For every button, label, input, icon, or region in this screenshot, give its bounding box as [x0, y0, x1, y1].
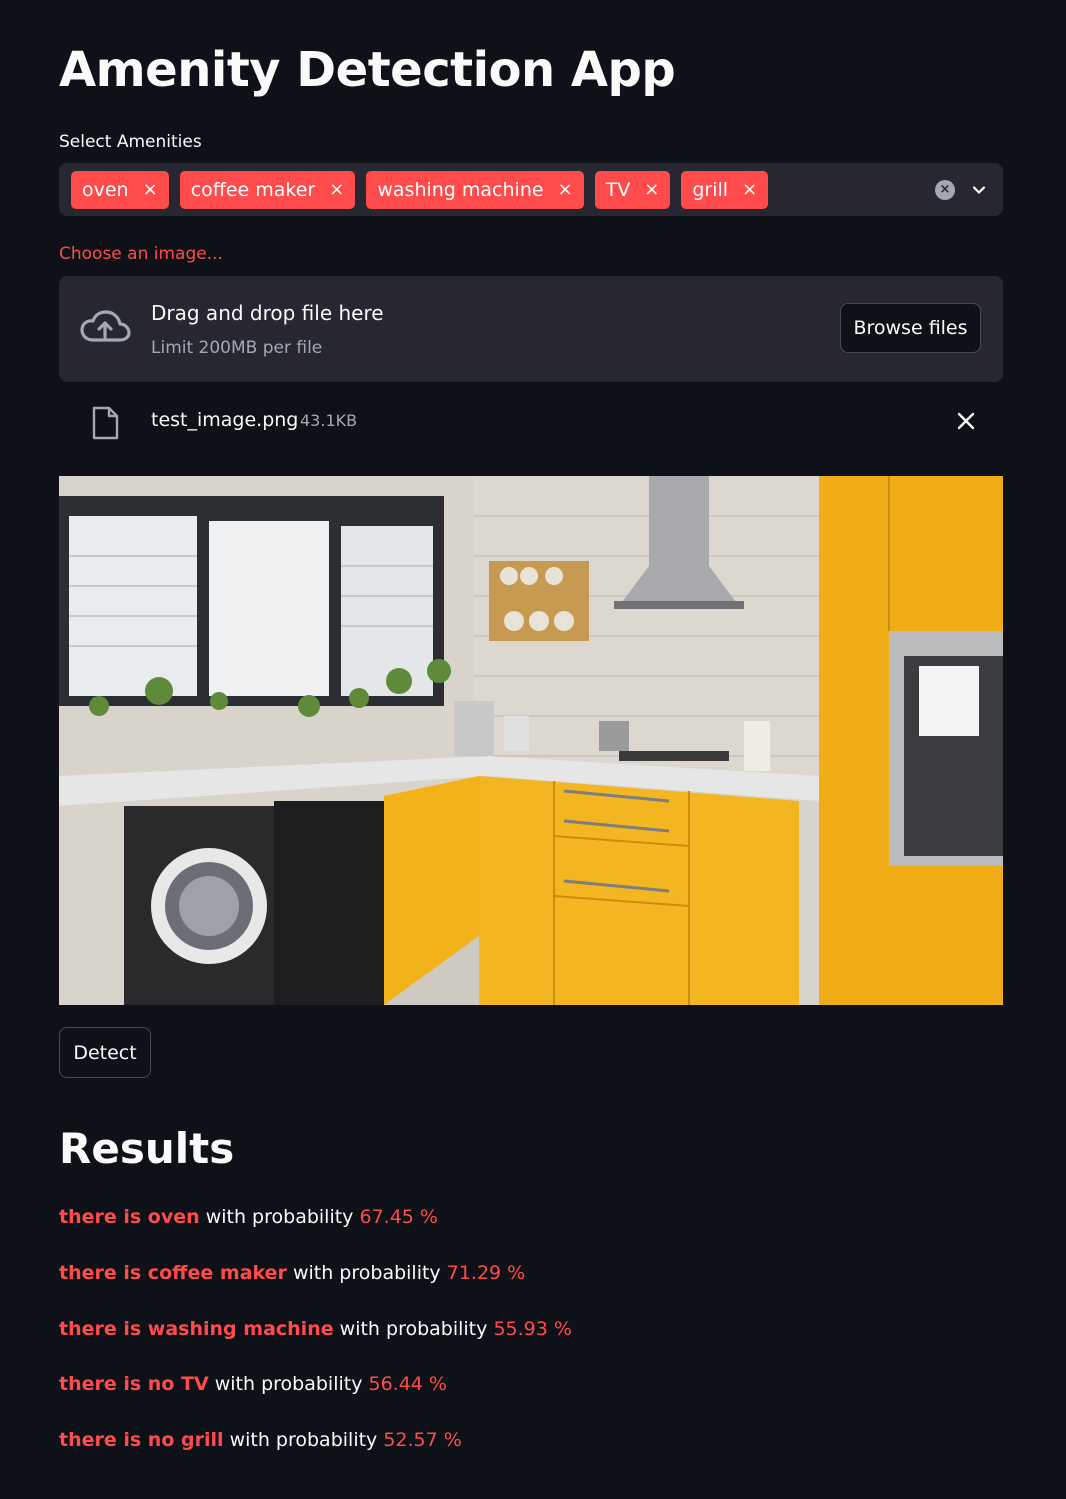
result-mid: with probability [214, 1373, 363, 1395]
result-probability: 55.93 % [493, 1318, 572, 1340]
dropzone-title: Drag and drop file here [151, 301, 384, 325]
tag-label: TV [605, 178, 631, 201]
page-title: Amenity Detection App [59, 42, 676, 98]
result-lead: there is coffee maker [59, 1262, 287, 1284]
result-mid: with probability [205, 1206, 354, 1228]
chevron-down-icon[interactable] [971, 182, 987, 198]
file-size: 43.1KB [300, 411, 358, 430]
result-lead: there is oven [59, 1206, 200, 1228]
result-line: there is no grill with probability 52.57… [59, 1427, 462, 1453]
kitchen-photo-illustration [59, 476, 1003, 1005]
tag-label: washing machine [377, 178, 544, 201]
result-lead: there is no TV [59, 1373, 209, 1395]
result-line: there is no TV with probability 56.44 % [59, 1371, 447, 1397]
browse-files-button[interactable]: Browse files [840, 303, 981, 353]
dropzone-limit: Limit 200MB per file [151, 338, 323, 358]
tag-label: grill [692, 178, 729, 201]
result-mid: with probability [292, 1262, 441, 1284]
file-dropzone[interactable]: Drag and drop file here Limit 200MB per … [59, 276, 1003, 382]
cloud-upload-icon [79, 310, 131, 350]
uploader-label: Choose an image... [59, 244, 223, 264]
result-probability: 56.44 % [368, 1373, 448, 1395]
app-page: Amenity Detection App Select Amenities o… [0, 0, 1066, 1499]
tag-grill: grill × [681, 170, 769, 209]
result-probability: 52.57 % [383, 1429, 462, 1451]
tag-remove-icon[interactable]: × [742, 180, 757, 199]
tag-label: oven [82, 178, 129, 201]
tag-remove-icon[interactable]: × [329, 180, 344, 199]
file-name: test_image.png [151, 409, 299, 431]
tag-label: coffee maker [190, 178, 316, 201]
clear-all-icon[interactable]: × [935, 179, 955, 200]
results-heading: Results [59, 1124, 235, 1173]
amenities-label: Select Amenities [59, 132, 202, 152]
result-mid: with probability [339, 1318, 488, 1340]
result-probability: 71.29 % [446, 1262, 526, 1284]
file-icon [92, 406, 119, 444]
result-probability: 67.45 % [359, 1206, 438, 1228]
tag-coffee-maker: coffee maker × [179, 170, 356, 209]
tag-oven: oven × [71, 170, 169, 209]
result-lead: there is washing machine [59, 1318, 334, 1340]
detect-button[interactable]: Detect [59, 1027, 151, 1078]
uploaded-image-preview [59, 476, 1003, 1005]
tag-tv: TV × [594, 170, 671, 209]
result-line: there is oven with probability 67.45 % [59, 1204, 438, 1230]
tag-remove-icon[interactable]: × [644, 180, 659, 199]
result-lead: there is no grill [59, 1429, 224, 1451]
result-line: there is coffee maker with probability 7… [59, 1260, 525, 1286]
result-line: there is washing machine with probabilit… [59, 1316, 572, 1342]
tag-remove-icon[interactable]: × [558, 180, 573, 199]
tag-washing-machine: washing machine × [366, 170, 584, 209]
close-icon[interactable] [957, 412, 975, 434]
amenities-multiselect[interactable]: oven × coffee maker × washing machine × … [59, 163, 1003, 216]
tag-remove-icon[interactable]: × [143, 180, 158, 199]
uploaded-file-row: test_image.png 43.1KB [59, 400, 1003, 446]
multiselect-controls: × [935, 179, 991, 200]
result-mid: with probability [229, 1429, 378, 1451]
